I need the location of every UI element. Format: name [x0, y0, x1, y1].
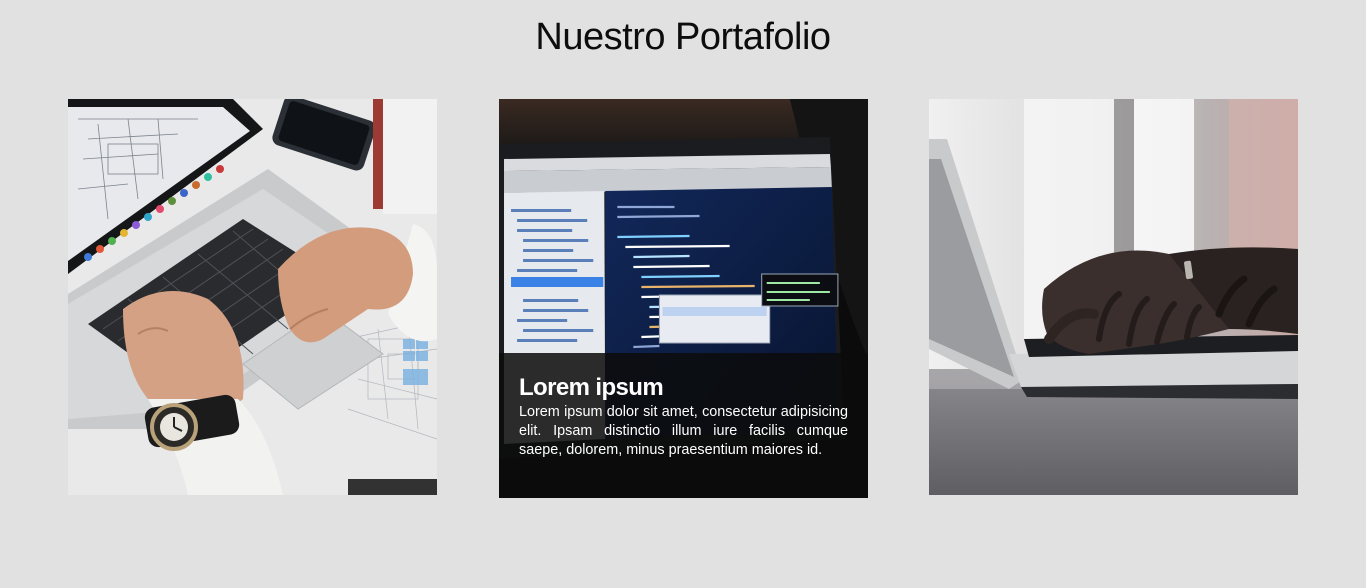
portfolio-item-2[interactable]: Lorem ipsum Lorem ipsum dolor sit amet, …	[499, 99, 868, 498]
portfolio-item-3[interactable]	[929, 99, 1298, 495]
caption-overlay: Lorem ipsum Lorem ipsum dolor sit amet, …	[499, 353, 868, 498]
section-title: Nuestro Portafolio	[535, 16, 831, 58]
hands-typing-laptop-photo	[929, 99, 1298, 495]
portfolio-item-1[interactable]	[68, 99, 437, 495]
caption-text: Lorem ipsum dolor sit amet, consectetur …	[519, 404, 848, 458]
laptop-blueprints-photo	[68, 99, 437, 495]
caption-title: Lorem ipsum	[519, 374, 664, 401]
